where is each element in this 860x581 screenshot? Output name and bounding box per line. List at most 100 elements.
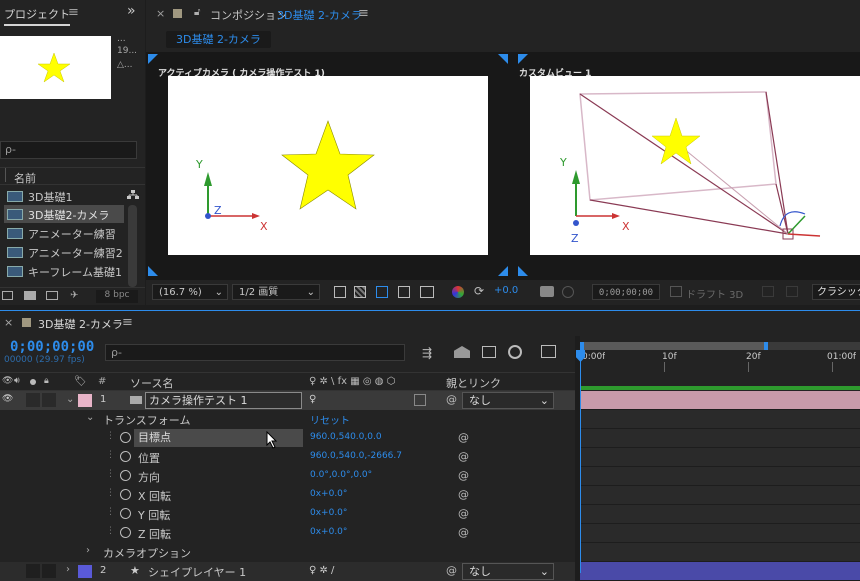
parent-link-header[interactable]: 親とリンク: [446, 375, 501, 391]
extended-viewer-icon[interactable]: [762, 286, 774, 297]
stopwatch-icon[interactable]: [120, 432, 131, 443]
audio-icon[interactable]: 🔊︎: [14, 376, 20, 386]
motion-blur-icon[interactable]: [508, 345, 522, 359]
composition-menu-icon[interactable]: ≡: [358, 6, 369, 21]
property-value[interactable]: 0x+0.0°: [310, 527, 347, 537]
property-row[interactable]: ⋮ 目標点 960.0,540.0,0.0 @: [0, 429, 575, 448]
camera-snapshot-icon[interactable]: [540, 286, 554, 297]
close-icon[interactable]: ×: [4, 316, 13, 329]
3d-layer-icon[interactable]: [414, 394, 426, 406]
lock-icon[interactable]: 🔒︎: [44, 376, 49, 386]
parent-dropdown[interactable]: なし ⌄: [462, 563, 554, 580]
region-of-interest-icon[interactable]: [398, 286, 410, 298]
graph-editor-icon[interactable]: [541, 345, 556, 358]
frame-blending-icon[interactable]: [482, 346, 496, 358]
playhead-line[interactable]: [580, 360, 581, 573]
project-tab[interactable]: プロジェクト: [4, 6, 70, 26]
current-time-field[interactable]: 0;00;00;00: [592, 284, 660, 300]
pickwhip-icon[interactable]: @: [458, 488, 469, 501]
pickwhip-icon[interactable]: @: [458, 526, 469, 539]
layer-row[interactable]: › 2 ★ シェイプレイヤー 1 ♀ ✲ / @ なし ⌄: [0, 562, 575, 581]
list-item[interactable]: キーフレーム基礎1: [4, 262, 128, 280]
stopwatch-icon[interactable]: [120, 508, 131, 519]
pickwhip-icon[interactable]: @: [458, 450, 469, 463]
lock-icon[interactable]: 🔓︎: [194, 7, 200, 18]
project-search-input[interactable]: ρ-: [0, 141, 137, 159]
layer-bar[interactable]: [580, 562, 860, 581]
layer-name[interactable]: シェイプレイヤー 1: [148, 564, 246, 580]
work-area-bar[interactable]: [580, 342, 860, 350]
draft-3d-toggle-icon[interactable]: [454, 346, 470, 358]
shy-icon[interactable]: ♀: [309, 394, 316, 405]
camera-options-row[interactable]: › カメラオプション: [0, 543, 575, 562]
list-item[interactable]: 3D基礎1: [4, 187, 124, 205]
property-row[interactable]: ⋮ X 回転 0x+0.0° @: [0, 486, 575, 505]
show-snapshot-icon[interactable]: [562, 286, 574, 298]
stopwatch-icon[interactable]: [120, 489, 131, 500]
work-area-end-handle[interactable]: [764, 342, 768, 350]
lock-toggle[interactable]: [42, 393, 56, 407]
mask-visibility-icon[interactable]: [376, 286, 388, 298]
chevron-right-icon[interactable]: ›: [66, 564, 70, 575]
composition-title-name[interactable]: 3D基礎 2-カメラ: [277, 7, 362, 23]
chevron-down-icon[interactable]: ⌄: [66, 394, 74, 405]
exposure-value[interactable]: +0.0: [494, 285, 518, 296]
layer-label-color[interactable]: [78, 394, 92, 407]
grid-guides-icon[interactable]: [420, 286, 434, 298]
fast-preview-icon[interactable]: [334, 286, 346, 298]
current-time-display[interactable]: 0;00;00;00: [10, 339, 94, 355]
pickwhip-icon[interactable]: @: [458, 469, 469, 482]
viewer-area[interactable]: アクティブカメラ ( カメラ操作テスト 1) カスタムビュー 1 Y Z X Y…: [146, 52, 860, 280]
stopwatch-icon[interactable]: [120, 451, 131, 462]
custom-view[interactable]: Y Z X: [530, 76, 860, 255]
3d-ground-plane-icon[interactable]: [786, 286, 798, 297]
switches-header[interactable]: ♀ ✲ \ fx ▦ ◎ ◍ ⬡: [309, 376, 395, 387]
property-row[interactable]: ⋮ 方向 0.0°,0.0°,0.0° @: [0, 467, 575, 486]
resolution-dropdown[interactable]: 1/2 画質 ⌄: [232, 284, 320, 300]
solo-toggle[interactable]: [26, 393, 40, 407]
color-channels-icon[interactable]: [452, 286, 464, 298]
stopwatch-icon[interactable]: [120, 527, 131, 538]
layer-row[interactable]: 👁︎ ⌄ 1 カメラ操作テスト 1 ♀ @ なし ⌄: [0, 391, 575, 410]
solo-toggle[interactable]: [26, 564, 40, 578]
timeline-tab[interactable]: 3D基礎 2-カメラ: [38, 316, 123, 332]
pickwhip-icon[interactable]: @: [446, 393, 457, 406]
property-value[interactable]: 960.0,540.0,-2666.7: [310, 451, 402, 461]
property-value[interactable]: 960.0,540.0,0.0: [310, 432, 382, 442]
property-row[interactable]: ⋮ 位置 960.0,540.0,-2666.7 @: [0, 448, 575, 467]
bpc-button[interactable]: 8 bpc: [96, 290, 138, 303]
timeline-menu-icon[interactable]: ≡: [122, 315, 133, 330]
chevron-down-icon[interactable]: ⌄: [86, 412, 94, 423]
draft-3d-icon[interactable]: [670, 286, 682, 297]
stopwatch-icon[interactable]: [120, 470, 131, 481]
visibility-icon[interactable]: 👁︎: [2, 376, 13, 386]
transparency-grid-icon[interactable]: [354, 286, 366, 298]
solo-icon[interactable]: [30, 379, 36, 385]
transform-group-row[interactable]: ⌄ トランスフォーム リセット: [0, 410, 575, 429]
list-item[interactable]: アニメーター練習2: [4, 243, 128, 261]
lock-toggle[interactable]: [42, 564, 56, 578]
parent-dropdown[interactable]: なし ⌄: [462, 392, 554, 409]
zoom-dropdown[interactable]: (16.7 %) ⌄: [152, 284, 228, 300]
interpret-footage-icon[interactable]: [2, 291, 13, 300]
name-column-header[interactable]: 名前: [0, 167, 145, 185]
new-composition-icon[interactable]: [46, 291, 58, 300]
close-icon[interactable]: ×: [156, 7, 165, 20]
project-menu-icon[interactable]: ≡: [68, 5, 79, 20]
list-item[interactable]: アニメーター練習: [4, 224, 124, 242]
expand-icon[interactable]: »: [127, 3, 136, 19]
shy-icon[interactable]: ♀ ✲ /: [309, 565, 334, 576]
project-scrollbar[interactable]: [128, 205, 137, 287]
source-name-header[interactable]: ソース名: [130, 375, 173, 391]
renderer-dropdown[interactable]: クラシック: [812, 284, 860, 300]
active-camera-view[interactable]: Y Z X: [168, 76, 488, 255]
time-ruler[interactable]: 0:00f 10f 20f 01:00f: [580, 350, 860, 372]
property-value[interactable]: 0x+0.0°: [310, 508, 347, 518]
new-folder-icon[interactable]: [24, 291, 36, 300]
property-row[interactable]: ⋮ Y 回転 0x+0.0° @: [0, 505, 575, 524]
layer-search-input[interactable]: ρ-: [105, 344, 405, 361]
pickwhip-icon[interactable]: @: [458, 507, 469, 520]
flowchart-icon[interactable]: [127, 190, 139, 200]
label-tag-icon[interactable]: 🏷︎: [74, 376, 87, 387]
work-area-start-handle[interactable]: [580, 342, 584, 350]
